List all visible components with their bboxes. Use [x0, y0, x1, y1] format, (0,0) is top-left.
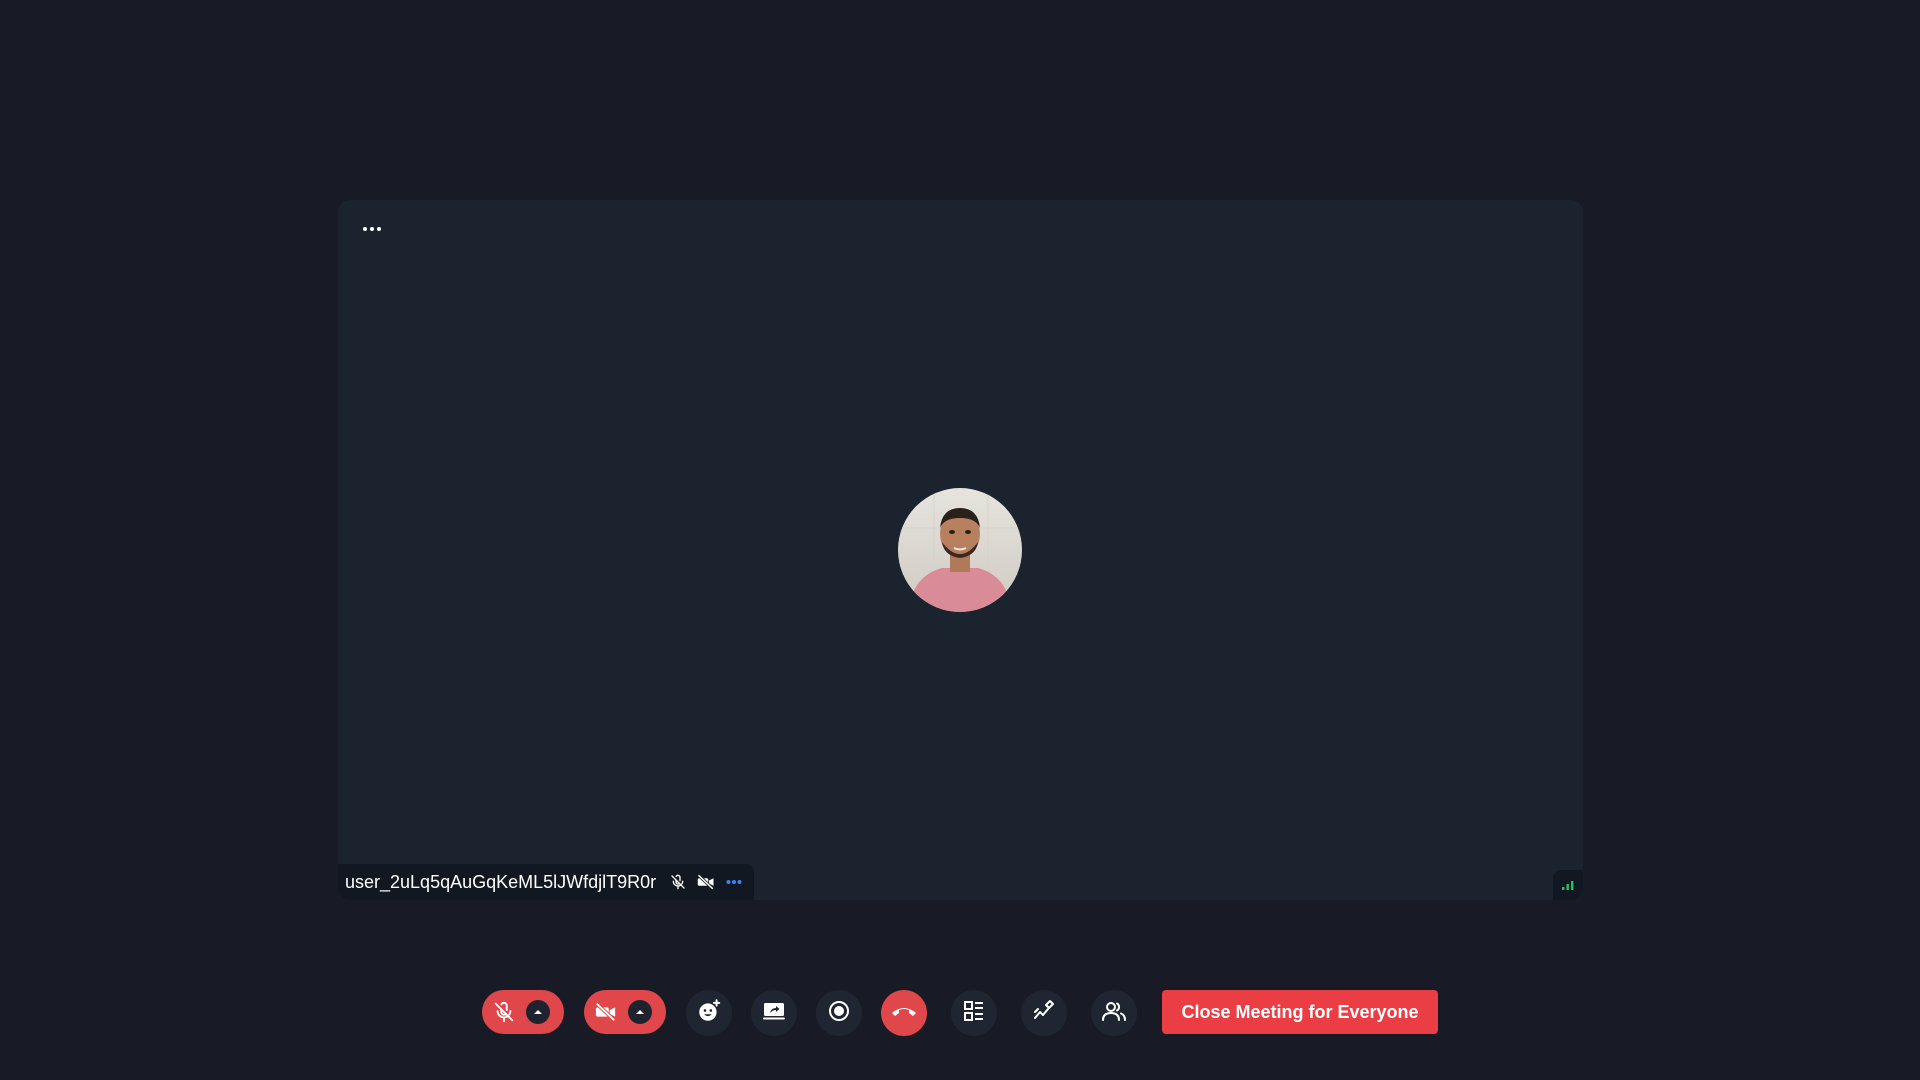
annotate-pen-icon	[1032, 999, 1056, 1028]
share-screen-button[interactable]	[751, 990, 797, 1036]
dot	[363, 227, 367, 231]
meeting-toolbar: Close Meeting for Everyone	[0, 990, 1920, 1036]
participant-more-icon[interactable]	[724, 872, 744, 892]
emoji-add-icon	[696, 998, 722, 1029]
participant-name-tag: user_2uLq5qAuGqKeML5lJWfdjlT9R0r	[338, 864, 754, 900]
mic-options-chevron-up-icon[interactable]	[526, 1000, 550, 1024]
dot	[377, 227, 381, 231]
participant-avatar	[898, 488, 1022, 612]
participants-icon	[1101, 999, 1127, 1028]
mic-toggle-button[interactable]	[482, 990, 564, 1034]
video-stage: user_2uLq5qAuGqKeML5lJWfdjlT9R0r	[338, 200, 1583, 900]
record-icon	[827, 999, 851, 1028]
camera-options-chevron-up-icon[interactable]	[628, 1000, 652, 1024]
mic-off-icon	[482, 990, 526, 1034]
leave-call-button[interactable]	[881, 990, 927, 1036]
close-meeting-button[interactable]: Close Meeting for Everyone	[1162, 990, 1438, 1034]
avatar-image	[898, 488, 1022, 612]
layout-list-icon	[963, 1000, 985, 1027]
network-signal-icon	[1553, 870, 1583, 900]
participants-button[interactable]	[1091, 990, 1137, 1036]
mic-off-icon	[668, 872, 688, 892]
record-button[interactable]	[816, 990, 862, 1036]
reactions-button[interactable]	[686, 990, 732, 1036]
hang-up-icon	[890, 1004, 918, 1023]
layout-button[interactable]	[951, 990, 997, 1036]
camera-toggle-button[interactable]	[584, 990, 666, 1034]
participant-name: user_2uLq5qAuGqKeML5lJWfdjlT9R0r	[345, 871, 657, 892]
camera-off-icon	[584, 990, 628, 1034]
whiteboard-button[interactable]	[1021, 990, 1067, 1036]
camera-off-icon	[696, 872, 716, 892]
tile-options-button[interactable]	[360, 222, 384, 236]
dot	[370, 227, 374, 231]
screen-share-icon	[762, 1000, 786, 1027]
